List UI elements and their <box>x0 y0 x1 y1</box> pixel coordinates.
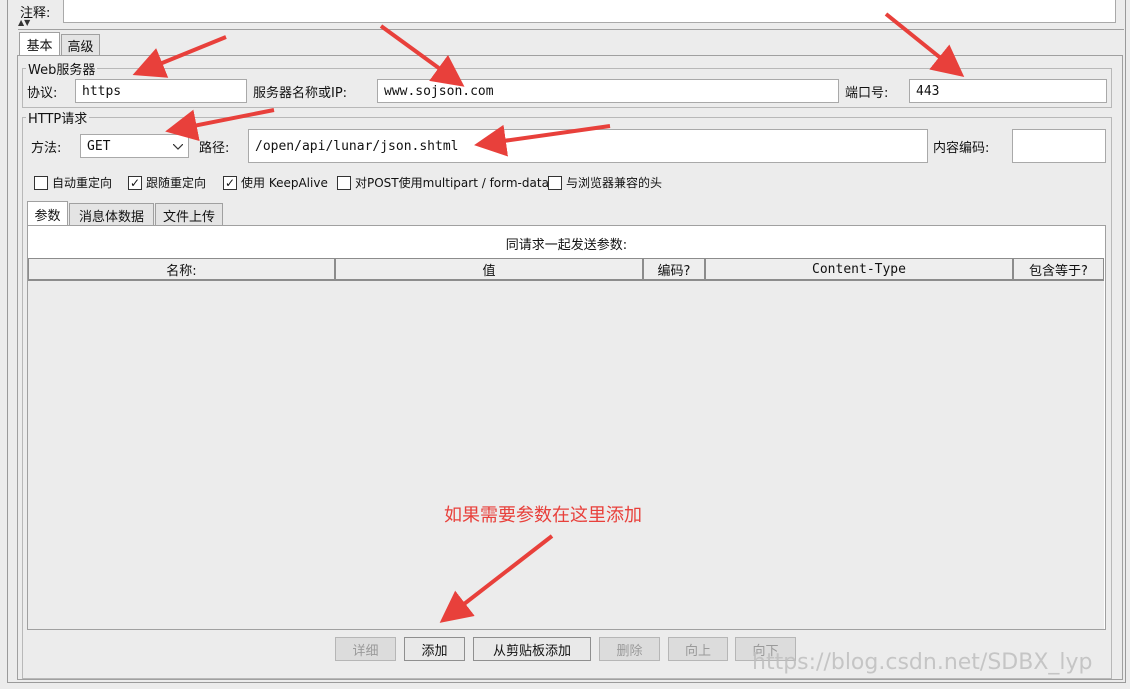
tab-basic[interactable]: 基本 <box>19 32 60 56</box>
details-button[interactable]: 详细 <box>335 637 396 661</box>
column-header-value[interactable]: 值 <box>335 258 643 280</box>
port-label: 端口号: <box>845 86 889 101</box>
watermark: https://blog.csdn.net/SDBX_lyp <box>752 650 1093 675</box>
splitter-arrows-icon: ▲▼ <box>18 18 31 27</box>
method-select[interactable]: GET <box>80 134 189 158</box>
host-input[interactable]: www.sojson.com <box>377 79 839 103</box>
add-from-clipboard-button[interactable]: 从剪贴板添加 <box>473 637 591 661</box>
port-input[interactable]: 443 <box>909 79 1107 103</box>
comment-input[interactable] <box>63 0 1116 23</box>
auto-redirect-checkbox[interactable]: 自动重定向 <box>34 174 112 191</box>
encoding-label: 内容编码: <box>933 141 990 156</box>
encoding-input[interactable] <box>1012 129 1106 163</box>
checkbox-box <box>34 175 48 190</box>
move-up-button[interactable]: 向上 <box>668 637 728 661</box>
checkbox-box <box>337 175 351 190</box>
path-label: 路径: <box>199 141 230 156</box>
multipart-checkbox[interactable]: 对POST使用multipart / form-data <box>337 174 549 191</box>
checkbox-box: ✓ <box>223 175 237 190</box>
browser-headers-checkbox[interactable]: 与浏览器兼容的头 <box>548 174 662 191</box>
check-icon: ✓ <box>224 175 236 190</box>
add-button[interactable]: 添加 <box>404 637 465 661</box>
column-header-name[interactable]: 名称: <box>28 258 335 280</box>
protocol-label: 协议: <box>27 86 58 101</box>
web-server-title: Web服务器 <box>26 59 98 78</box>
delete-button[interactable]: 删除 <box>599 637 660 661</box>
host-label: 服务器名称或IP: <box>253 86 348 101</box>
keepalive-checkbox[interactable]: ✓ 使用 KeepAlive <box>223 174 328 191</box>
chevron-down-icon <box>173 144 183 150</box>
check-icon: ✓ <box>129 175 141 190</box>
checkbox-box: ✓ <box>128 175 142 190</box>
column-header-content-type[interactable]: Content-Type <box>705 258 1013 280</box>
checkbox-label: 与浏览器兼容的头 <box>566 176 663 190</box>
column-header-encode[interactable]: 编码? <box>643 258 705 280</box>
tab-body-data[interactable]: 消息体数据 <box>69 203 154 226</box>
path-input[interactable]: /open/api/lunar/json.shtml <box>248 129 928 163</box>
params-caption: 同请求一起发送参数: <box>505 238 628 253</box>
tab-advanced[interactable]: 高级 <box>61 34 100 56</box>
method-value: GET <box>87 138 111 154</box>
column-header-include-equals[interactable]: 包含等于? <box>1013 258 1104 280</box>
checkbox-label: 自动重定向 <box>52 176 113 190</box>
checkbox-box <box>548 175 562 190</box>
annotation-text: 如果需要参数在这里添加 <box>444 505 642 526</box>
checkbox-label: 跟随重定向 <box>146 176 207 190</box>
method-label: 方法: <box>31 141 62 156</box>
protocol-input[interactable]: https <box>75 79 247 103</box>
checkbox-label: 对POST使用multipart / form-data <box>355 176 549 190</box>
tab-parameters[interactable]: 参数 <box>27 201 68 226</box>
params-table-body[interactable] <box>28 280 1104 629</box>
splitter-handle[interactable]: ▲▼ <box>18 18 1124 30</box>
tab-file-upload[interactable]: 文件上传 <box>155 203 223 226</box>
http-request-title: HTTP请求 <box>26 108 90 127</box>
follow-redirect-checkbox[interactable]: ✓ 跟随重定向 <box>128 174 206 191</box>
checkbox-label: 使用 KeepAlive <box>241 176 328 190</box>
